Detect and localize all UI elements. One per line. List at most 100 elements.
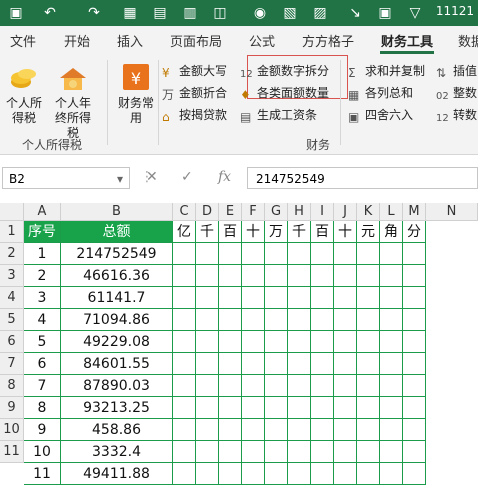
digit-cell[interactable] (196, 287, 219, 309)
digit-cell[interactable] (219, 397, 242, 419)
digit-cell[interactable] (334, 375, 357, 397)
total-amount-cell[interactable]: 71094.86 (61, 309, 173, 331)
digit-cell[interactable] (334, 419, 357, 441)
digit-cell[interactable] (311, 463, 334, 485)
generate-payslip-button[interactable]: ▤ 生成工资条 (240, 106, 317, 124)
digit-cell[interactable] (357, 287, 380, 309)
header-cell[interactable]: 分 (403, 221, 426, 243)
tab-page-layout[interactable]: 页面布局 (170, 31, 222, 50)
column-header[interactable]: H (288, 203, 311, 221)
column-header[interactable]: N (426, 203, 478, 221)
digit-cell[interactable] (288, 243, 311, 265)
annual-tax-button[interactable]: 个人年终所得税 (50, 66, 96, 141)
row-number-cell[interactable]: 5 (24, 331, 61, 353)
select-all-corner[interactable] (0, 203, 24, 221)
digit-cell[interactable] (403, 441, 426, 463)
header-cell[interactable]: 百 (311, 221, 334, 243)
save-icon[interactable]: ▣ (6, 3, 26, 23)
total-amount-cell[interactable]: 46616.36 (61, 265, 173, 287)
digit-cell[interactable] (357, 375, 380, 397)
header-cell[interactable]: 亿 (173, 221, 196, 243)
digit-cell[interactable] (334, 353, 357, 375)
tab-formulas[interactable]: 公式 (249, 31, 275, 50)
digit-cell[interactable] (403, 287, 426, 309)
finance-common-button[interactable]: ¥ 财务常用 (114, 62, 158, 126)
digit-cell[interactable] (288, 375, 311, 397)
digit-cell[interactable] (173, 463, 196, 485)
digit-cell[interactable] (219, 463, 242, 485)
redo-icon[interactable]: ↷ (84, 3, 104, 23)
digit-cell[interactable] (196, 331, 219, 353)
column-header[interactable]: C (173, 203, 196, 221)
digit-cell[interactable] (380, 419, 403, 441)
digit-cell[interactable] (334, 265, 357, 287)
digit-cell[interactable] (219, 375, 242, 397)
total-amount-cell[interactable]: 61141.7 (61, 287, 173, 309)
toolbar-icon-2[interactable]: ▤ (150, 3, 170, 23)
digit-cell[interactable] (311, 375, 334, 397)
header-cell[interactable]: 角 (380, 221, 403, 243)
digit-cell[interactable] (288, 265, 311, 287)
row-number-cell[interactable]: 7 (24, 375, 61, 397)
digit-cell[interactable] (173, 287, 196, 309)
chevron-down-icon[interactable]: ▾ (117, 168, 123, 190)
digit-cell[interactable] (265, 331, 288, 353)
digit-cell[interactable] (242, 397, 265, 419)
row-number-cell[interactable]: 1 (24, 243, 61, 265)
digit-cell[interactable] (219, 419, 242, 441)
row-header[interactable]: 5 (0, 309, 24, 331)
digit-cell[interactable] (196, 419, 219, 441)
header-cell[interactable]: 千 (196, 221, 219, 243)
digit-cell[interactable] (242, 375, 265, 397)
digit-cell[interactable] (219, 265, 242, 287)
header-cell[interactable]: 百 (219, 221, 242, 243)
digit-cell[interactable] (173, 331, 196, 353)
digit-cell[interactable] (265, 441, 288, 463)
column-header[interactable]: E (219, 203, 242, 221)
sum-copy-button[interactable]: Σ 求和并复制 (348, 62, 425, 80)
total-amount-cell[interactable]: 214752549 (61, 243, 173, 265)
digit-cell[interactable] (357, 353, 380, 375)
row-header[interactable]: 11 (0, 441, 24, 463)
digit-cell[interactable] (173, 419, 196, 441)
digit-cell[interactable] (380, 353, 403, 375)
digit-cell[interactable] (403, 243, 426, 265)
digit-cell[interactable] (357, 463, 380, 485)
tab-insert[interactable]: 插入 (117, 31, 143, 50)
header-cell[interactable]: 序号 (24, 221, 61, 243)
digit-cell[interactable] (380, 265, 403, 287)
digit-cell[interactable] (403, 265, 426, 287)
digit-cell[interactable] (380, 331, 403, 353)
toolbar-icon-5[interactable]: ◉ (250, 3, 270, 23)
column-totals-button[interactable]: ▦ 各列总和 (348, 84, 413, 102)
digit-cell[interactable] (242, 243, 265, 265)
toolbar-icon-8[interactable]: ↘ (345, 3, 365, 23)
total-amount-cell[interactable]: 93213.25 (61, 397, 173, 419)
digit-cell[interactable] (357, 441, 380, 463)
digit-cell[interactable] (380, 287, 403, 309)
tab-file[interactable]: 文件 (10, 31, 36, 50)
digit-cell[interactable] (173, 375, 196, 397)
enter-icon[interactable]: ✓ (181, 169, 193, 185)
digit-cell[interactable] (334, 243, 357, 265)
row-header[interactable]: 3 (0, 265, 24, 287)
row-number-cell[interactable]: 6 (24, 353, 61, 375)
digit-cell[interactable] (242, 331, 265, 353)
row-header[interactable]: 6 (0, 331, 24, 353)
function-icon[interactable]: fx (218, 169, 231, 185)
row-number-cell[interactable]: 2 (24, 265, 61, 287)
digit-cell[interactable] (196, 375, 219, 397)
row-header[interactable]: 8 (0, 375, 24, 397)
undo-icon[interactable]: ↶ (40, 3, 60, 23)
digit-cell[interactable] (357, 265, 380, 287)
column-header[interactable]: J (334, 203, 357, 221)
row-number-cell[interactable]: 8 (24, 397, 61, 419)
digit-cell[interactable] (219, 441, 242, 463)
digit-cell[interactable] (265, 309, 288, 331)
digit-cell[interactable] (311, 287, 334, 309)
total-amount-cell[interactable]: 3332.4 (61, 441, 173, 463)
digit-cell[interactable] (311, 353, 334, 375)
digit-cell[interactable] (288, 441, 311, 463)
digit-cell[interactable] (357, 243, 380, 265)
digit-cell[interactable] (311, 309, 334, 331)
